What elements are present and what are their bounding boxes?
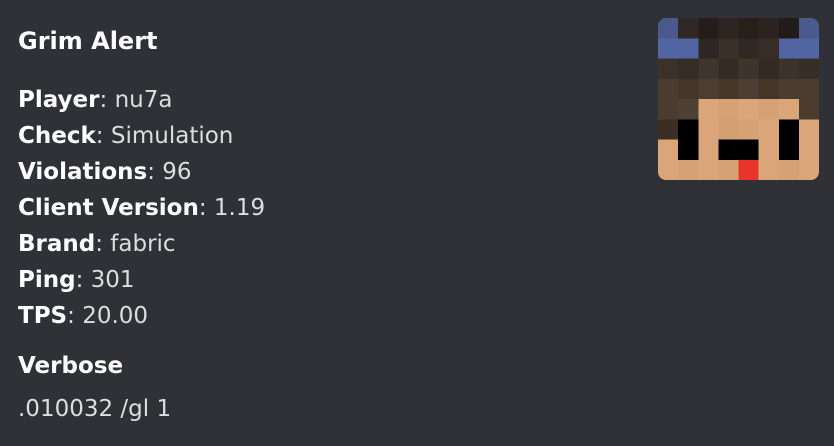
player-head-thumbnail[interactable]	[658, 18, 819, 180]
field-ping: Ping: 301	[18, 267, 135, 293]
field-name: Ping	[18, 267, 76, 293]
verbose-label: Verbose	[18, 353, 124, 379]
field-name: Violations	[18, 159, 148, 185]
field-check: Check: Simulation	[18, 123, 234, 149]
embed-title: Grim Alert	[18, 27, 158, 55]
field-value: 20.00	[82, 303, 149, 329]
field-name: Brand	[18, 231, 96, 257]
field-value: 96	[162, 159, 192, 185]
alert-embed: Grim Alert Player: nu7a Check: Simulatio…	[0, 0, 834, 446]
field-value: 1.19	[213, 195, 266, 221]
field-value: fabric	[110, 231, 176, 257]
field-name: TPS	[18, 303, 68, 329]
field-brand: Brand: fabric	[18, 231, 176, 257]
field-value: Simulation	[110, 123, 234, 149]
field-name: Player	[18, 87, 100, 113]
field-name: Check	[18, 123, 96, 149]
minecraft-player-head-icon	[658, 18, 819, 180]
field-player: Player: nu7a	[18, 87, 173, 113]
embed-fields: Player: nu7a Check: Simulation Violation…	[18, 82, 265, 334]
field-name: Client Version	[18, 195, 199, 221]
field-value: 301	[90, 267, 135, 293]
field-violations: Violations: 96	[18, 159, 192, 185]
field-client-version: Client Version: 1.19	[18, 195, 266, 221]
field-tps: TPS: 20.00	[18, 303, 149, 329]
field-value: nu7a	[114, 87, 173, 113]
verbose-value: .010032 /gl 1	[18, 396, 172, 422]
